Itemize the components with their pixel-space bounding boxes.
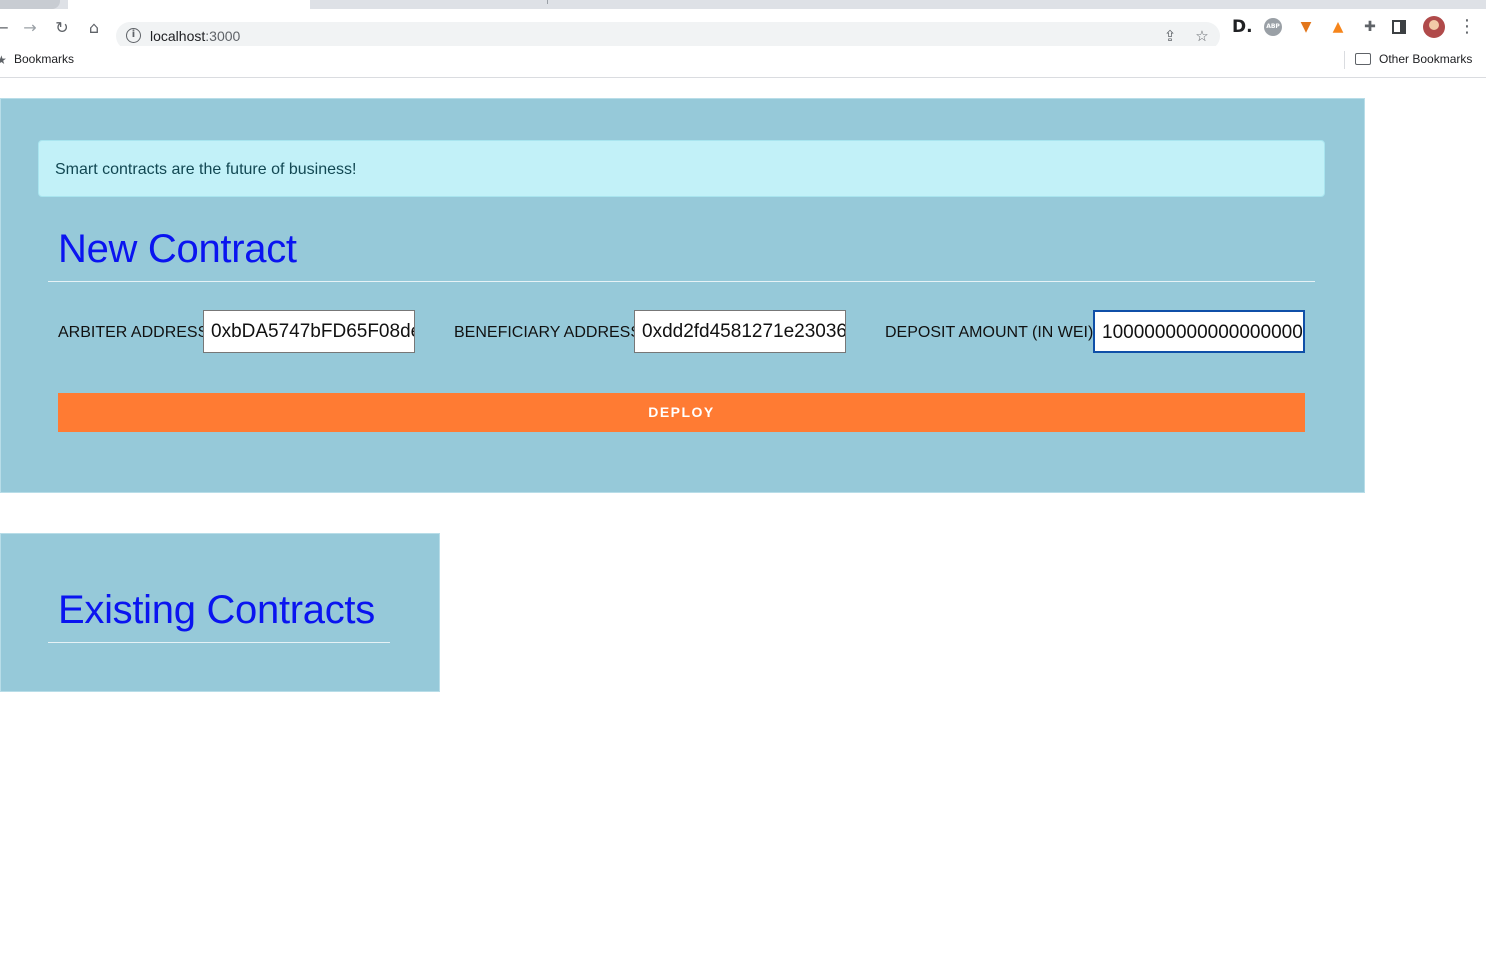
tab-strip bbox=[0, 0, 1486, 9]
other-bookmarks[interactable]: Other Bookmarks bbox=[1379, 52, 1472, 66]
bookmarks-label[interactable]: Bookmarks bbox=[14, 52, 74, 66]
url-port: :3000 bbox=[205, 28, 241, 44]
reload-icon[interactable]: ↻ bbox=[52, 18, 72, 38]
url-host: localhost bbox=[150, 28, 206, 44]
triangle-extension-icon[interactable]: ▲ bbox=[1328, 17, 1348, 37]
tab-previous[interactable] bbox=[0, 0, 60, 9]
alert-text: Smart contracts are the future of busine… bbox=[55, 161, 357, 178]
deposit-label: DEPOSIT AMOUNT (IN WEI) bbox=[885, 324, 1094, 341]
deposit-amount-input[interactable]: 1000000000000000000 bbox=[1093, 310, 1305, 353]
share-icon[interactable]: ⇪ bbox=[1160, 26, 1180, 46]
profile-avatar[interactable] bbox=[1423, 16, 1445, 38]
folder-icon bbox=[1355, 53, 1371, 65]
existing-contracts-panel: Existing Contracts bbox=[0, 533, 440, 692]
tab-active[interactable] bbox=[68, 0, 310, 9]
bookmarks-star-icon: ★ bbox=[0, 53, 7, 67]
d-extension-icon[interactable]: D. bbox=[1232, 17, 1253, 37]
bookmarks-bar: ★ Bookmarks Other Bookmarks bbox=[0, 46, 1486, 78]
tab-separator bbox=[547, 0, 548, 4]
back-icon[interactable]: ← bbox=[0, 18, 12, 38]
url-text[interactable]: localhost:3000 bbox=[150, 27, 240, 45]
existing-contracts-title: Existing Contracts bbox=[58, 588, 375, 632]
puzzle-icon[interactable]: ✚ bbox=[1360, 17, 1380, 37]
beneficiary-address-input[interactable]: 0xdd2fd4581271e230360230f9337d5c0430bf44… bbox=[634, 310, 846, 353]
side-panel-icon[interactable] bbox=[1392, 20, 1406, 34]
site-info-icon[interactable]: i bbox=[126, 28, 141, 43]
forward-icon[interactable]: → bbox=[20, 18, 40, 38]
arbiter-address-input[interactable]: 0xbDA5747bFD65F08deb54cb465eB87D40e51B19… bbox=[203, 310, 415, 353]
bookmarks-divider bbox=[1344, 51, 1345, 69]
arbiter-label: ARBITER ADDRESS bbox=[58, 324, 209, 341]
metamask-fox-icon[interactable]: ▼ bbox=[1296, 17, 1316, 37]
info-alert: Smart contracts are the future of busine… bbox=[38, 140, 1325, 197]
browser-menu-icon[interactable]: ⋮ bbox=[1458, 17, 1476, 37]
beneficiary-label: BENEFICIARY ADDRESS bbox=[454, 324, 642, 341]
new-contract-title: New Contract bbox=[58, 227, 297, 271]
bookmark-star-icon[interactable]: ☆ bbox=[1192, 26, 1212, 46]
home-icon[interactable]: ⌂ bbox=[84, 18, 104, 38]
existing-title-divider bbox=[48, 642, 390, 643]
title-divider bbox=[48, 281, 1315, 282]
adblock-icon[interactable]: ABP bbox=[1264, 18, 1282, 36]
deploy-button[interactable]: DEPLOY bbox=[58, 393, 1305, 432]
new-contract-panel: Smart contracts are the future of busine… bbox=[0, 98, 1365, 493]
